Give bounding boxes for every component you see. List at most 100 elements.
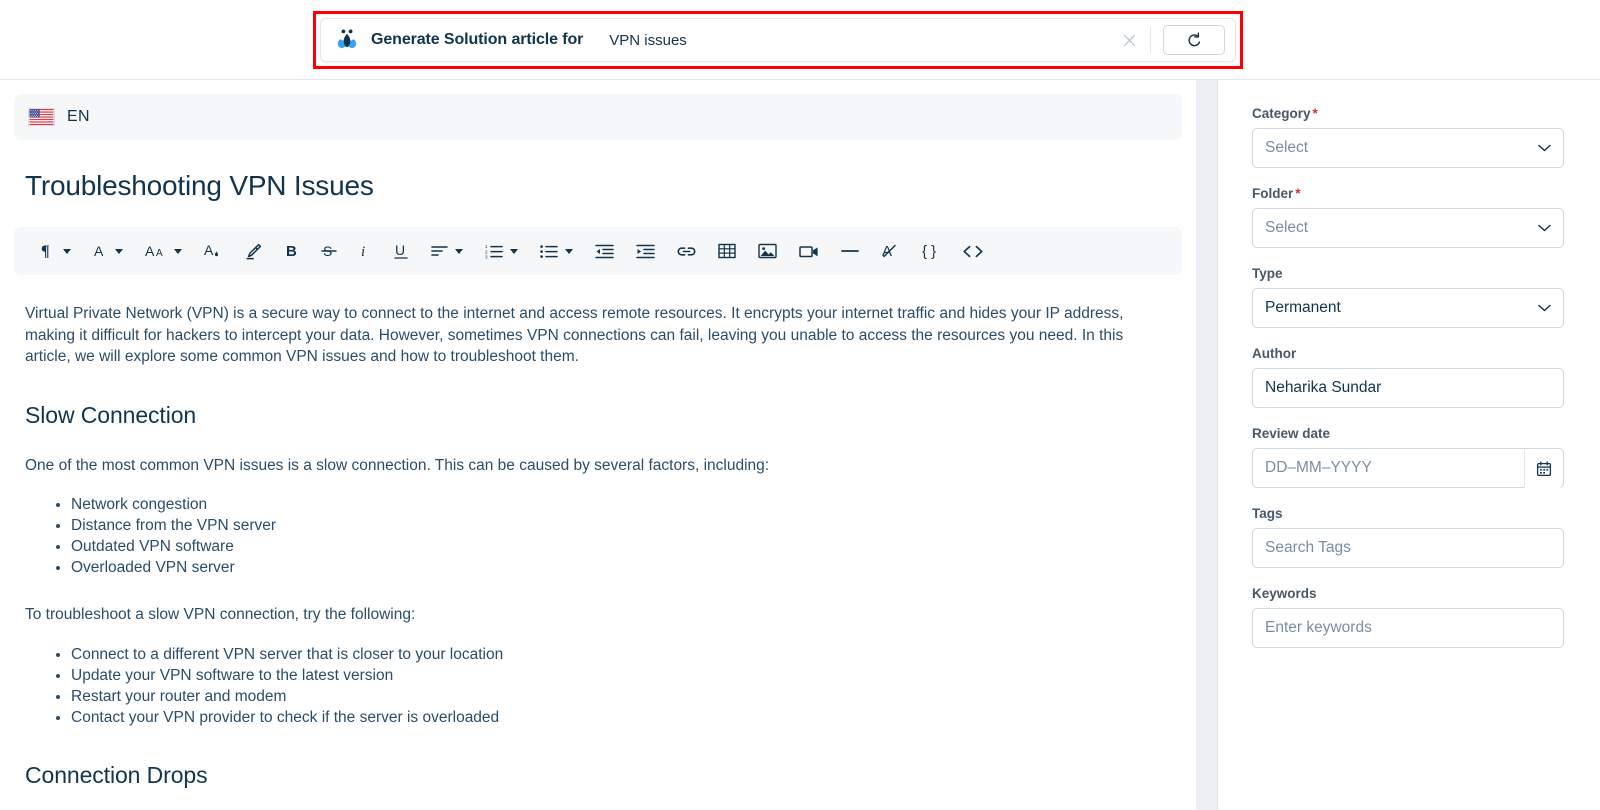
list-item: Connect to a different VPN server that i… <box>71 644 1170 665</box>
font-size-button[interactable]: A A <box>145 236 167 266</box>
bold-button[interactable]: B <box>285 236 299 266</box>
language-bar[interactable]: EN <box>14 94 1182 140</box>
field-type: Type Permanent <box>1252 266 1564 328</box>
field-label-keywords: Keywords <box>1252 586 1317 601</box>
category-value: Select <box>1265 139 1309 156</box>
chevron-down-icon[interactable] <box>115 248 123 254</box>
regenerate-icon[interactable] <box>1163 25 1225 55</box>
svg-text:B: B <box>286 243 297 260</box>
chevron-down-icon[interactable] <box>174 248 182 254</box>
source-code-icon[interactable] <box>962 236 984 266</box>
folder-select[interactable]: Select <box>1252 208 1564 248</box>
list-item: Overloaded VPN server <box>71 557 1170 578</box>
article-content[interactable]: Virtual Private Network (VPN) is a secur… <box>25 303 1170 789</box>
chevron-down-icon[interactable] <box>63 248 71 254</box>
workspace: EN Troubleshooting VPN Issues ¶ A A A A … <box>0 80 1600 810</box>
insert-video-icon[interactable] <box>799 236 819 266</box>
chevron-down-icon[interactable] <box>510 248 518 254</box>
list-item: Update your VPN software to the latest v… <box>71 665 1170 686</box>
keywords-placeholder: Enter keywords <box>1265 619 1372 636</box>
insert-link-icon[interactable] <box>677 236 696 266</box>
svg-text:A: A <box>882 243 892 260</box>
insert-image-icon[interactable] <box>758 236 777 266</box>
svg-text:A: A <box>204 242 214 258</box>
chevron-down-icon[interactable] <box>565 248 573 254</box>
author-value: Neharika Sundar <box>1265 379 1382 396</box>
clear-formatting-icon[interactable]: A <box>881 236 898 266</box>
freddy-ai-icon <box>337 29 357 48</box>
field-label-folder: Folder * <box>1252 186 1301 201</box>
top-bar: Generate Solution article for VPN issues <box>0 0 1600 80</box>
folder-value: Select <box>1265 219 1309 236</box>
list-item: Contact your VPN provider to check if th… <box>71 707 1170 728</box>
list-item: Network congestion <box>71 494 1170 515</box>
page-title: Troubleshooting VPN Issues <box>25 170 374 201</box>
field-author: Author Neharika Sundar <box>1252 346 1564 408</box>
insert-placeholder-icon[interactable]: { } <box>920 236 940 266</box>
text-align-button[interactable] <box>431 236 448 266</box>
italic-button[interactable]: i <box>359 236 371 266</box>
slow-connection-fix-intro: To troubleshoot a slow VPN connection, t… <box>25 606 416 623</box>
svg-text:A: A <box>156 248 163 259</box>
chevron-down-icon[interactable] <box>455 248 463 254</box>
type-value: Permanent <box>1265 299 1341 316</box>
review-date-value: DD–MM–YYYY <box>1265 459 1372 476</box>
underline-button[interactable]: U <box>393 236 409 266</box>
chevron-down-icon <box>1538 219 1551 237</box>
tags-placeholder: Search Tags <box>1265 539 1351 556</box>
field-label-author: Author <box>1252 346 1297 361</box>
category-select[interactable]: Select <box>1252 128 1564 168</box>
svg-text:U: U <box>395 242 405 258</box>
chevron-down-icon <box>1538 139 1551 157</box>
strikethrough-button[interactable]: S <box>321 236 337 266</box>
field-label-review-date: Review date <box>1252 426 1331 441</box>
slow-connection-intro: One of the most common VPN issues is a s… <box>25 456 770 474</box>
font-family-button[interactable]: A <box>93 236 108 266</box>
article-editor-pane: EN Troubleshooting VPN Issues ¶ A A A A … <box>0 80 1196 810</box>
svg-text:3: 3 <box>485 254 488 259</box>
svg-text:i: i <box>361 244 365 260</box>
field-tags: Tags Search Tags <box>1252 506 1564 568</box>
ai-banner-query: VPN issues <box>609 31 687 49</box>
tags-input[interactable]: Search Tags <box>1252 528 1564 568</box>
ai-banner-label: Generate Solution article for <box>371 31 584 48</box>
unordered-list-button[interactable] <box>540 236 558 266</box>
decrease-indent-button[interactable] <box>595 236 614 266</box>
review-date-input[interactable]: DD–MM–YYYY <box>1252 448 1564 488</box>
horizontal-rule-icon[interactable] <box>841 236 859 266</box>
chevron-down-icon <box>1538 299 1551 317</box>
ai-banner-divider <box>1150 27 1151 53</box>
intro-paragraph: Virtual Private Network (VPN) is a secur… <box>25 305 1124 365</box>
section-heading-slow-connection: Slow Connection <box>25 401 197 428</box>
field-label-type: Type <box>1252 266 1283 281</box>
field-label-tags: Tags <box>1252 506 1283 521</box>
language-code: EN <box>67 108 90 125</box>
required-marker: * <box>1295 186 1301 201</box>
pane-divider <box>1196 80 1218 810</box>
field-folder: Folder * Select <box>1252 186 1564 248</box>
ai-generate-banner[interactable]: Generate Solution article for VPN issues <box>320 18 1236 62</box>
field-category: Category * Select <box>1252 106 1564 168</box>
svg-text:1: 1 <box>485 244 488 249</box>
paragraph-style-button[interactable]: ¶ <box>40 236 56 266</box>
section-heading-connection-drops: Connection Drops <box>25 761 208 788</box>
rich-text-toolbar: ¶ A A A A B S i U 1 2 3 A {} <box>14 227 1182 275</box>
slow-connection-fixes-list: Connect to a different VPN server that i… <box>25 644 1170 728</box>
calendar-icon[interactable] <box>1524 450 1562 488</box>
highlighter-icon[interactable] <box>244 236 263 266</box>
increase-indent-button[interactable] <box>636 236 655 266</box>
ordered-list-button[interactable]: 123 <box>485 236 503 266</box>
field-keywords: Keywords Enter keywords <box>1252 586 1564 648</box>
font-color-icon[interactable]: A <box>204 236 222 266</box>
keywords-input[interactable]: Enter keywords <box>1252 608 1564 648</box>
list-item: Distance from the VPN server <box>71 515 1170 536</box>
list-item: Restart your router and modem <box>71 686 1170 707</box>
svg-text:¶: ¶ <box>41 243 50 260</box>
field-review-date: Review date DD–MM–YYYY <box>1252 426 1564 488</box>
close-icon[interactable] <box>1114 25 1144 55</box>
insert-table-icon[interactable] <box>718 236 736 266</box>
field-label-category: Category * <box>1252 106 1318 121</box>
author-input[interactable]: Neharika Sundar <box>1252 368 1564 408</box>
type-select[interactable]: Permanent <box>1252 288 1564 328</box>
svg-text:A: A <box>94 243 104 259</box>
